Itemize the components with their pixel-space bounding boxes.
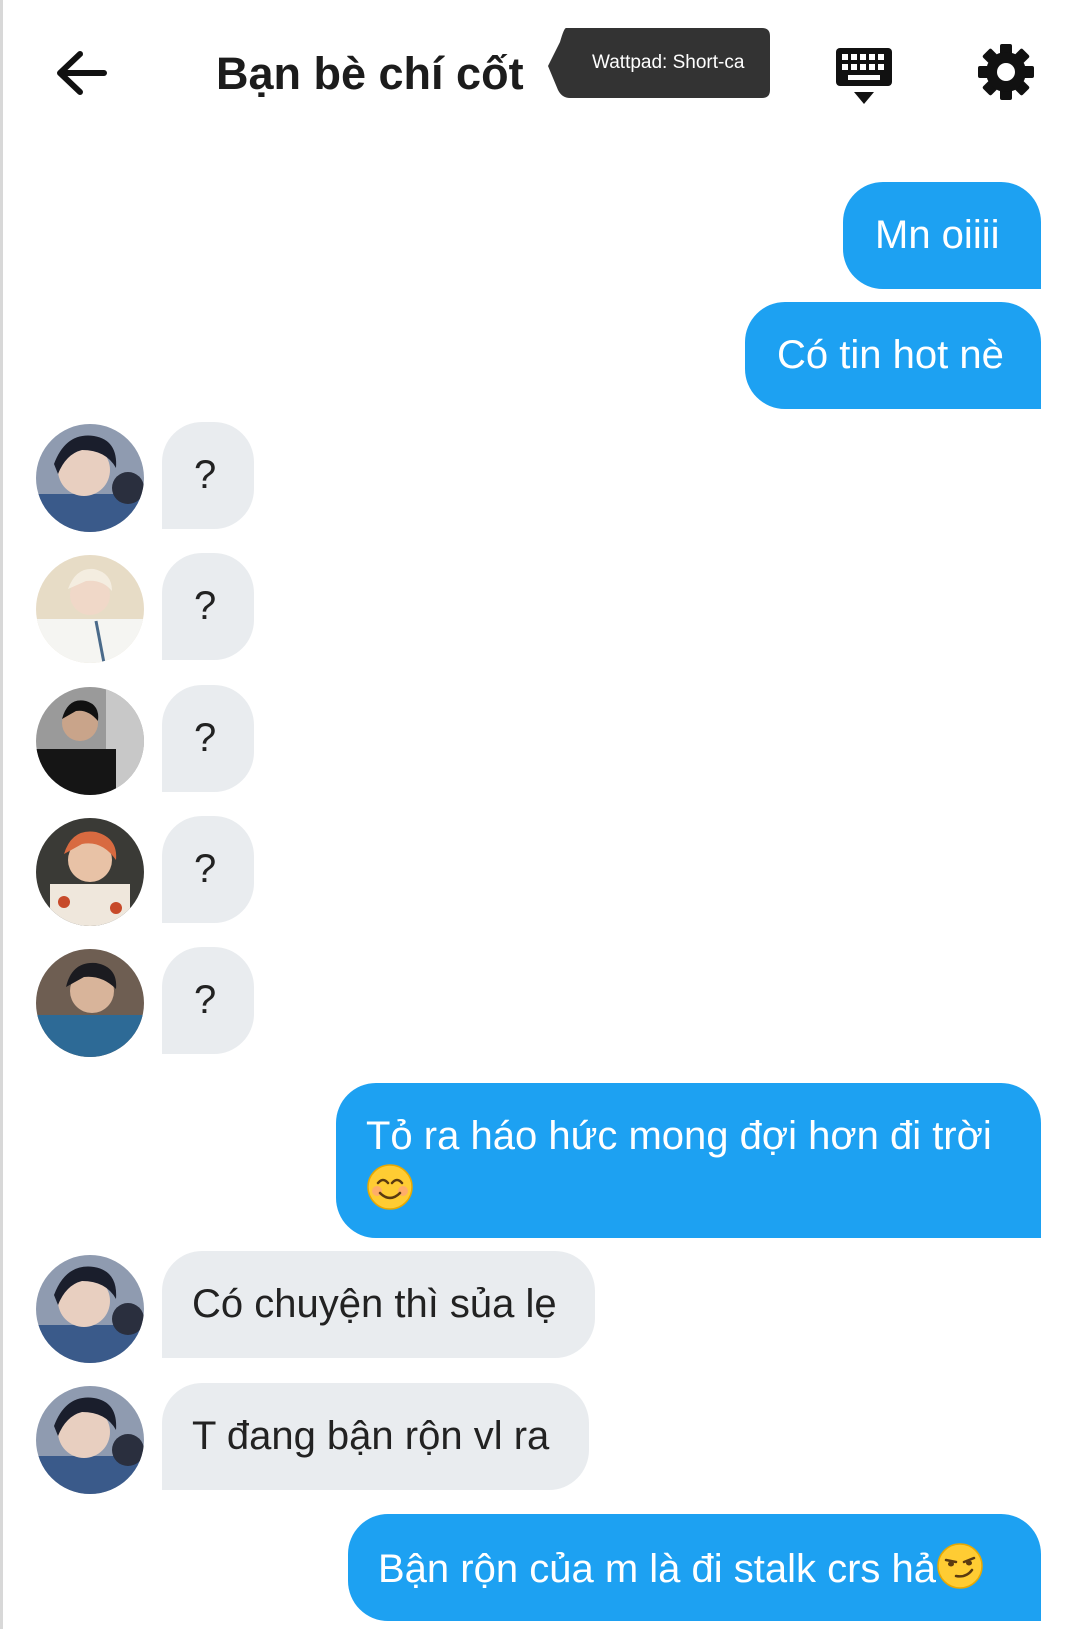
sent-message-bubble[interactable]: Bận rộn của m là đi stalk crs hả [348,1514,1041,1621]
sent-message-bubble[interactable]: Tỏ ra háo hức mong đợi hơn đi trời [336,1083,1041,1238]
avatar[interactable] [36,555,144,663]
message-text: ? [194,453,217,497]
smiling-face-emoji [367,1164,413,1210]
smirking-face-emoji [937,1543,983,1589]
message-text: Mn oiiii [875,213,1000,257]
chat-header: Bạn bè chí cốt Wattpad: Short-ca [0,0,1080,150]
wattpad-tooltip: Wattpad: Short-ca [548,28,772,100]
keyboard-icon [836,48,892,104]
message-text: ? [194,584,217,628]
gear-icon [978,44,1034,100]
avatar[interactable] [36,424,144,532]
avatar[interactable] [36,949,144,1057]
back-button[interactable] [52,42,114,104]
message-text: ? [194,716,217,760]
tooltip-text: Wattpad: Short-ca [592,52,745,73]
received-message-bubble[interactable]: Có chuyện thì sủa lẹ [162,1251,595,1358]
received-message-bubble[interactable]: T đang bận rộn vl ra [162,1383,589,1490]
received-message-bubble[interactable]: ? [162,685,254,792]
received-message-bubble[interactable]: ? [162,422,254,529]
settings-button[interactable] [976,42,1036,102]
avatar[interactable] [36,687,144,795]
message-text: Có tin hot nè [777,333,1004,377]
message-text: Bận rộn của m là đi stalk crs hả [378,1547,937,1591]
sent-message-bubble[interactable]: Có tin hot nè [745,302,1041,409]
message-text: Có chuyện thì sủa lẹ [192,1282,557,1326]
chat-title: Bạn bè chí cốt [216,48,524,99]
message-text: ? [194,978,217,1022]
received-message-bubble[interactable]: ? [162,947,254,1054]
message-text: ? [194,847,217,891]
keyboard-toggle-button[interactable] [832,44,896,108]
received-message-bubble[interactable]: ? [162,816,254,923]
message-text: Tỏ ra háo hức mong đợi hơn đi trời [366,1114,992,1158]
avatar[interactable] [36,1255,144,1363]
received-message-bubble[interactable]: ? [162,553,254,660]
avatar[interactable] [36,1386,144,1494]
avatar[interactable] [36,818,144,926]
screen-edge [0,0,3,1629]
sent-message-bubble[interactable]: Mn oiiii [843,182,1041,289]
arrow-left-icon [57,51,107,95]
message-text: T đang bận rộn vl ra [192,1414,550,1458]
